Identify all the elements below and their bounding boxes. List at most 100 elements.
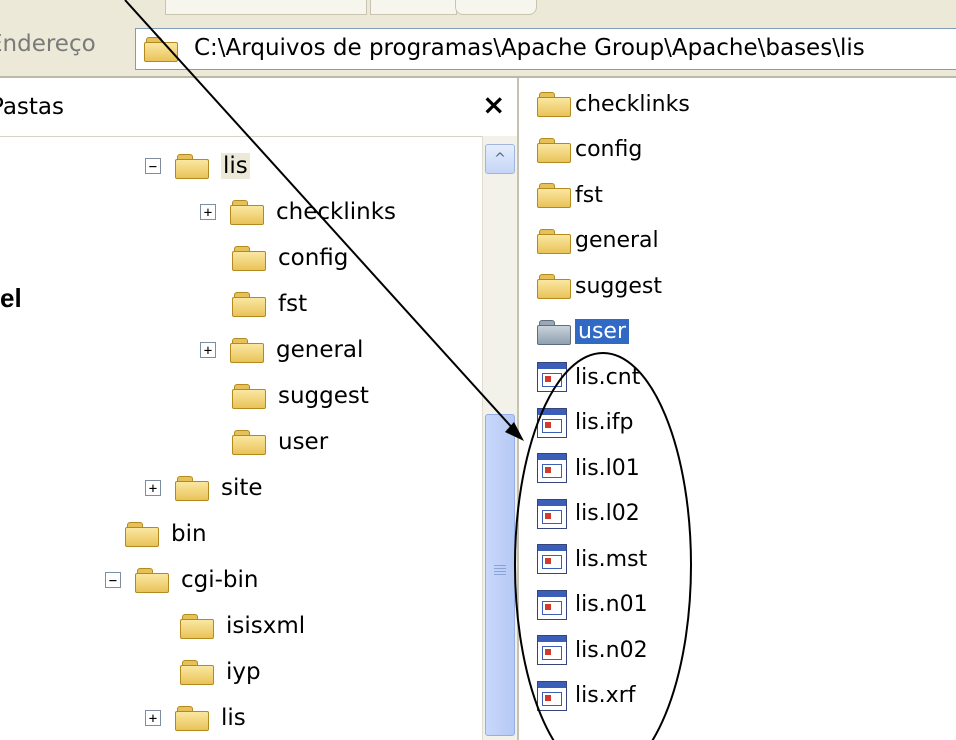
expand-icon[interactable]: +	[200, 204, 216, 221]
folder-icon	[180, 660, 214, 685]
expand-icon[interactable]: +	[145, 710, 161, 727]
folder-item[interactable]: suggest	[537, 266, 662, 306]
folders-pane: Pastas × − lis + checklinks config fst + genera…	[0, 78, 519, 740]
file-item-label: lis.l01	[575, 455, 640, 481]
file-item[interactable]: lis.mst	[537, 539, 647, 579]
tree-item[interactable]: − lis	[145, 148, 250, 184]
folder-item[interactable]: general	[537, 221, 659, 261]
close-icon[interactable]: ×	[482, 88, 505, 121]
address-bar: Endereço C:\Arquivos de programas\Apache…	[0, 22, 956, 78]
folder-icon	[175, 476, 209, 501]
file-icon	[537, 589, 567, 620]
file-icon	[537, 453, 567, 483]
file-item[interactable]: lis.cnt	[537, 357, 640, 397]
folder-icon	[180, 614, 214, 639]
toolbar-strip	[0, 0, 956, 23]
file-item-label: lis.ifp	[575, 410, 634, 435]
file-item[interactable]: lis.ifp	[537, 403, 634, 443]
folder-icon	[232, 246, 266, 271]
folder-tree: − lis + checklinks config fst + general suggest u…	[0, 136, 480, 740]
file-item-label: lis.xrf	[575, 683, 636, 708]
folder-item-label: user	[575, 319, 629, 344]
tree-item[interactable]: suggest	[232, 378, 369, 414]
folders-pane-title: Pastas	[0, 94, 65, 120]
file-icon	[537, 362, 567, 392]
tree-item-label: lis	[221, 153, 250, 179]
folder-item[interactable]: user	[537, 312, 629, 352]
file-icon	[537, 680, 567, 711]
tree-item-label: user	[278, 429, 329, 455]
folder-icon	[537, 137, 571, 163]
folder-icon	[135, 568, 169, 593]
folder-item-label: general	[575, 228, 659, 253]
tree-item[interactable]: fst	[232, 286, 307, 322]
tree-item-label: config	[278, 245, 349, 271]
toolbar-segment	[165, 0, 367, 15]
folder-item[interactable]: fst	[537, 175, 603, 215]
folder-icon	[175, 706, 209, 731]
scroll-up-button[interactable]: ^	[485, 144, 515, 174]
grip-icon	[494, 565, 506, 577]
folder-icon	[175, 154, 209, 179]
folder-icon	[125, 522, 159, 547]
vertical-scrollbar[interactable]: ^	[482, 136, 517, 740]
address-input[interactable]: C:\Arquivos de programas\Apache Group\Ap…	[135, 28, 956, 70]
folder-icon	[232, 384, 266, 409]
file-item[interactable]: lis.n02	[537, 630, 648, 670]
expand-icon[interactable]: +	[200, 342, 216, 359]
folder-icon	[144, 37, 178, 62]
folder-item-label: config	[575, 137, 643, 162]
tree-item-label: checklinks	[276, 199, 396, 225]
tree-item-label: iyp	[226, 659, 261, 685]
tree-item[interactable]: − cgi-bin	[105, 562, 259, 598]
folder-icon	[230, 200, 264, 225]
folder-icon	[232, 430, 266, 455]
tree-item[interactable]: iyp	[180, 654, 261, 690]
folder-icon	[230, 338, 264, 363]
tree-item[interactable]: + general	[200, 332, 363, 368]
tree-item-label: cgi-bin	[181, 567, 259, 593]
folder-icon	[232, 292, 266, 317]
folders-pane-header: Pastas ×	[0, 78, 517, 137]
file-item[interactable]: lis.l01	[537, 448, 640, 488]
file-icon	[537, 544, 567, 574]
address-path: C:\Arquivos de programas\Apache Group\Ap…	[194, 35, 865, 61]
file-icon	[537, 498, 567, 529]
expand-icon[interactable]: +	[145, 480, 161, 497]
file-item[interactable]: lis.xrf	[537, 676, 636, 716]
file-item[interactable]: lis.l02	[537, 494, 640, 534]
folder-item[interactable]: config	[537, 130, 642, 170]
tree-item[interactable]: isisxml	[180, 608, 305, 644]
folder-icon	[537, 319, 571, 345]
tree-item[interactable]: + checklinks	[200, 194, 396, 230]
tree-item-label: fst	[278, 291, 308, 317]
tree-item-label: general	[276, 337, 364, 363]
file-item-label: lis.l02	[575, 501, 640, 526]
tree-item[interactable]: user	[232, 424, 328, 460]
tree-item[interactable]: config	[232, 240, 348, 276]
tree-item-label: suggest	[278, 383, 369, 409]
file-list-pane: checklinks config fst general suggest user lis…	[519, 78, 956, 740]
file-item-label: lis.n02	[575, 637, 648, 663]
folder-item-label: suggest	[575, 273, 662, 299]
tree-item[interactable]: + site	[145, 470, 263, 506]
folder-item-label: checklinks	[575, 91, 690, 117]
scroll-thumb[interactable]	[485, 414, 515, 736]
folder-icon	[537, 274, 571, 299]
folder-icon	[537, 228, 571, 254]
tree-item[interactable]: bin	[125, 516, 207, 552]
tree-item[interactable]: + lis	[145, 700, 246, 736]
collapse-icon[interactable]: −	[145, 158, 161, 175]
toolbar-button[interactable]	[455, 0, 537, 15]
file-item-label: lis.cnt	[575, 364, 641, 390]
collapse-icon[interactable]: −	[105, 572, 121, 589]
tree-item-label: site	[221, 475, 263, 501]
folder-icon	[537, 92, 571, 117]
tree-item-label: lis	[221, 705, 246, 731]
file-item[interactable]: lis.n01	[537, 585, 648, 625]
folder-item[interactable]: checklinks	[537, 84, 690, 124]
folder-icon	[537, 183, 571, 208]
slide-text-fragment: el	[0, 283, 22, 313]
tree-item-label: bin	[171, 521, 207, 547]
file-icon	[537, 407, 567, 438]
